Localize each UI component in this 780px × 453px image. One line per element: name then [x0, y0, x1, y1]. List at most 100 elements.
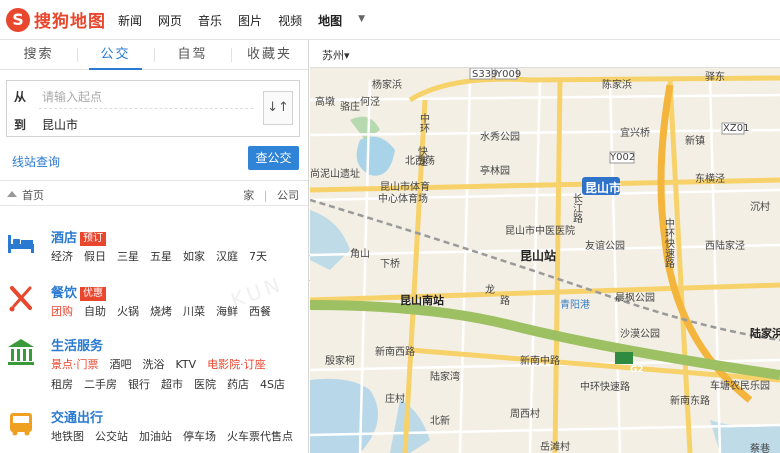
- map-place-label[interactable]: 新镇: [685, 132, 705, 147]
- map-place-label[interactable]: 尚泥山遗址: [310, 165, 360, 180]
- map-place-label[interactable]: 晨枫公园: [615, 289, 655, 304]
- map-place-label[interactable]: 殷家柯: [325, 352, 355, 367]
- hotel-item[interactable]: 经济: [51, 250, 73, 263]
- map-place-label[interactable]: 西陆家泾: [705, 237, 745, 252]
- life-item[interactable]: 超市: [161, 378, 183, 391]
- dining-item[interactable]: 团购: [51, 305, 73, 318]
- map-place-label[interactable]: 中心体育场: [378, 190, 428, 205]
- hotel-item[interactable]: 如家: [183, 250, 205, 263]
- map-place-label[interactable]: 周西村: [510, 405, 540, 420]
- dining-item[interactable]: 川菜: [183, 305, 205, 318]
- hotel-item[interactable]: 汉庭: [216, 250, 238, 263]
- hotel-item[interactable]: 三星: [117, 250, 139, 263]
- transport-item[interactable]: 地铁图: [51, 430, 84, 443]
- tab-favorites[interactable]: 收藏夹: [231, 40, 308, 69]
- tab-drive[interactable]: 自驾: [154, 40, 231, 69]
- map-place-label[interactable]: 下桥: [380, 255, 400, 270]
- from-input[interactable]: 请输入起点: [42, 88, 102, 105]
- life-item[interactable]: 二手房: [84, 378, 117, 391]
- map-place-label[interactable]: 陆家湾: [430, 368, 460, 383]
- map-place-label[interactable]: S339: [472, 69, 497, 80]
- line-station-query-link[interactable]: 线站查询: [12, 153, 60, 170]
- company-shortcut[interactable]: 公司: [277, 189, 299, 202]
- life-item[interactable]: 医院: [194, 378, 216, 391]
- nav-news[interactable]: 新闻: [118, 12, 142, 29]
- life-item[interactable]: 租房: [51, 378, 73, 391]
- discount-badge[interactable]: 优惠: [80, 287, 107, 301]
- map-place-label[interactable]: 亭林园: [480, 162, 510, 177]
- map-place-label[interactable]: 高墩: [315, 93, 335, 108]
- map-place-label[interactable]: 车塘农民乐园: [710, 377, 770, 392]
- nav-images[interactable]: 图片: [238, 12, 262, 29]
- map-place-label[interactable]: 新南东路: [670, 392, 710, 407]
- nav-more-dropdown-icon[interactable]: ▼: [358, 14, 365, 29]
- booking-badge[interactable]: 预订: [80, 232, 107, 246]
- map-place-label[interactable]: 青阳港: [560, 296, 590, 311]
- life-item[interactable]: 洗浴: [143, 358, 165, 371]
- life-item[interactable]: 银行: [128, 378, 150, 391]
- map-place-label[interactable]: 中环快速路: [580, 378, 630, 393]
- map-place-label[interactable]: G2: [630, 365, 644, 375]
- map-place-label[interactable]: 岳滩村: [540, 438, 570, 453]
- swap-icon[interactable]: ↓↑: [263, 91, 293, 125]
- map-place-label[interactable]: 骆庄: [340, 98, 360, 113]
- map-place-label[interactable]: 陆家浜站: [750, 325, 780, 341]
- map-place-label[interactable]: 路: [573, 210, 583, 225]
- life-item[interactable]: 景点·门票: [51, 358, 99, 371]
- home-shortcut[interactable]: 家: [243, 189, 254, 202]
- category-title[interactable]: 餐饮 优惠: [51, 282, 107, 302]
- category-title[interactable]: 交通出行: [51, 407, 103, 426]
- map-place-label[interactable]: Y009: [496, 69, 521, 80]
- nav-web[interactable]: 网页: [158, 12, 182, 29]
- map-place-label[interactable]: Y002: [610, 152, 635, 163]
- map-place-label[interactable]: 何泾: [360, 93, 380, 108]
- map-place-label[interactable]: 驿东: [705, 68, 725, 83]
- map-place-label[interactable]: 友谊公园: [585, 237, 625, 252]
- hotel-title[interactable]: 酒店: [51, 231, 77, 246]
- map-place-label[interactable]: 东横泾: [695, 170, 725, 185]
- map-place-label[interactable]: 路: [500, 292, 510, 307]
- map-place-label[interactable]: 杨家浜: [372, 76, 402, 91]
- map-place-label[interactable]: 昆山市中医医院: [505, 222, 575, 237]
- map-place-label[interactable]: 蔡巷: [750, 440, 770, 453]
- life-item[interactable]: 药店: [227, 378, 249, 391]
- category-title[interactable]: 酒店 预订: [51, 227, 107, 247]
- map-place-label[interactable]: 陈家浜: [602, 76, 632, 91]
- nav-music[interactable]: 音乐: [198, 12, 222, 29]
- map-place-label[interactable]: 龙: [485, 281, 495, 296]
- map-place-label[interactable]: 北西荡: [405, 152, 435, 167]
- from-row[interactable]: 从 请输入起点: [7, 81, 255, 109]
- map-place-label[interactable]: 路: [665, 255, 675, 270]
- map-canvas[interactable]: 杨家浜 S339 Y009 陈家浜 驿东 何泾 骆庄 高墩 水秀公园 宜兴桥 XZ01 中环亭林园 新镇…: [310, 40, 780, 453]
- dining-item[interactable]: 烧烤: [150, 305, 172, 318]
- dining-title[interactable]: 餐饮: [51, 286, 77, 301]
- dining-item[interactable]: 自助: [84, 305, 106, 318]
- search-bus-button[interactable]: 查公交: [248, 146, 299, 170]
- map-place-label[interactable]: 北新: [430, 412, 450, 427]
- map-place-label[interactable]: 新南中路: [520, 352, 560, 367]
- life-item[interactable]: KTV: [176, 358, 197, 371]
- map-place-label[interactable]: 新南西路: [375, 343, 415, 358]
- map-place-label[interactable]: 沉村: [750, 198, 770, 213]
- dining-item[interactable]: 火锅: [117, 305, 139, 318]
- tab-bus[interactable]: 公交: [77, 40, 154, 70]
- map-place-label[interactable]: 沙漠公园: [620, 325, 660, 340]
- map-place-label[interactable]: XZ01: [723, 123, 749, 134]
- transport-item[interactable]: 公交站: [95, 430, 128, 443]
- map-place-label[interactable]: 水秀公园: [480, 128, 520, 143]
- life-item[interactable]: 4S店: [260, 378, 285, 391]
- nav-map[interactable]: 地图: [318, 12, 342, 29]
- life-item[interactable]: 电影院·订座: [207, 358, 266, 371]
- hotel-item[interactable]: 7天: [249, 250, 267, 263]
- nav-video[interactable]: 视频: [278, 12, 302, 29]
- dining-item[interactable]: 西餐: [249, 305, 271, 318]
- transport-item[interactable]: 火车票代售点: [227, 430, 293, 443]
- map-place-label[interactable]: 角山: [350, 245, 370, 260]
- map-place-label[interactable]: 宜兴桥: [620, 124, 650, 139]
- map-place-label[interactable]: 昆山市: [585, 179, 621, 196]
- life-item[interactable]: 酒吧: [110, 358, 132, 371]
- map-place-label[interactable]: 庄村: [385, 390, 405, 405]
- to-input[interactable]: 昆山市: [42, 116, 78, 133]
- tab-search[interactable]: 搜索: [0, 40, 77, 69]
- hotel-item[interactable]: 五星: [150, 250, 172, 263]
